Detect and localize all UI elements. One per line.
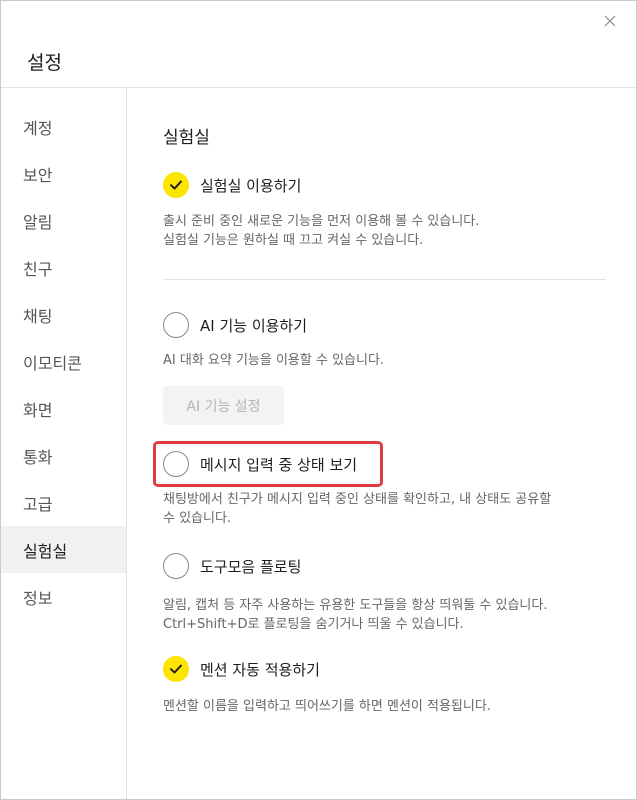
description-line: 수 있습니다. [163, 511, 232, 526]
sidebar-item-account[interactable]: 계정 [1, 103, 126, 150]
ai-settings-button[interactable]: AI 기능 설정 [163, 386, 284, 425]
description-line: 멘션할 이름을 입력하고 띄어쓰기를 하면 멘션이 적용됩니다. [163, 699, 491, 714]
checkmark-icon [170, 664, 182, 674]
sidebar-item-display[interactable]: 화면 [1, 385, 126, 432]
sidebar-item-labs[interactable]: 실험실 [1, 526, 126, 573]
close-button[interactable] [598, 9, 622, 33]
sidebar-item-chat[interactable]: 채팅 [1, 291, 126, 338]
option-description: 출시 준비 중인 새로운 기능을 먼저 이용해 볼 수 있습니다. 실험실 기능… [163, 212, 479, 250]
checkbox-checked[interactable] [163, 656, 189, 682]
description-line: 채팅방에서 친구가 메시지 입력 중인 상태를 확인하고, 내 상태도 공유할 [163, 492, 552, 507]
option-label: 도구모음 플로팅 [200, 557, 302, 576]
option-labs-enable[interactable]: 실험실 이용하기 [163, 172, 301, 198]
option-label: 멘션 자동 적용하기 [200, 660, 320, 679]
sidebar-item-emoticons[interactable]: 이모티콘 [1, 338, 126, 385]
settings-window: 설정 계정 보안 알림 친구 채팅 이모티콘 화면 통화 고급 실험실 정보 실… [0, 0, 637, 800]
option-auto-mention[interactable]: 멘션 자동 적용하기 [163, 656, 320, 682]
option-ai-features[interactable]: AI 기능 이용하기 [163, 312, 307, 338]
description-line: Ctrl+Shift+D로 플로팅을 숨기거나 띄울 수 있습니다. [163, 617, 464, 632]
sidebar-item-calls[interactable]: 통화 [1, 432, 126, 479]
option-toolbar-floating[interactable]: 도구모음 플로팅 [163, 553, 301, 579]
sidebar-item-security[interactable]: 보안 [1, 150, 126, 197]
option-label: AI 기능 이용하기 [200, 316, 308, 335]
close-icon [604, 15, 616, 27]
checkmark-icon [170, 180, 182, 190]
description-line: 출시 준비 중인 새로운 기능을 먼저 이용해 볼 수 있습니다. [163, 214, 480, 229]
sidebar-item-advanced[interactable]: 고급 [1, 479, 126, 526]
sidebar-item-notifications[interactable]: 알림 [1, 197, 126, 244]
checkbox-checked[interactable] [163, 172, 189, 198]
description-line: 실험실 기능은 원하실 때 끄고 켜실 수 있습니다. [163, 233, 424, 248]
option-description: 채팅방에서 친구가 메시지 입력 중인 상태를 확인하고, 내 상태도 공유할 … [163, 490, 551, 528]
checkbox-unchecked[interactable] [163, 451, 189, 477]
option-label: 메시지 입력 중 상태 보기 [200, 455, 358, 474]
window-title: 설정 [27, 52, 62, 74]
sidebar-item-info[interactable]: 정보 [1, 573, 126, 620]
description-line: AI 대화 요약 기능을 이용할 수 있습니다. [163, 353, 385, 368]
description-line: 알림, 캡처 등 자주 사용하는 유용한 도구들을 항상 띄워둘 수 있습니다. [163, 598, 548, 613]
section-divider [163, 279, 606, 280]
option-description: 알림, 캡처 등 자주 사용하는 유용한 도구들을 항상 띄워둘 수 있습니다.… [163, 596, 547, 634]
option-label: 실험실 이용하기 [200, 176, 302, 195]
option-description: 멘션할 이름을 입력하고 띄어쓰기를 하면 멘션이 적용됩니다. [163, 697, 491, 716]
option-typing-status[interactable]: 메시지 입력 중 상태 보기 [163, 451, 357, 477]
option-description: AI 대화 요약 기능을 이용할 수 있습니다. [163, 351, 384, 370]
section-title: 실험실 [163, 128, 210, 148]
checkbox-unchecked[interactable] [163, 312, 189, 338]
header-divider [127, 87, 636, 88]
sidebar: 계정 보안 알림 친구 채팅 이모티콘 화면 통화 고급 실험실 정보 [1, 87, 127, 799]
sidebar-item-friends[interactable]: 친구 [1, 244, 126, 291]
checkbox-unchecked[interactable] [163, 553, 189, 579]
